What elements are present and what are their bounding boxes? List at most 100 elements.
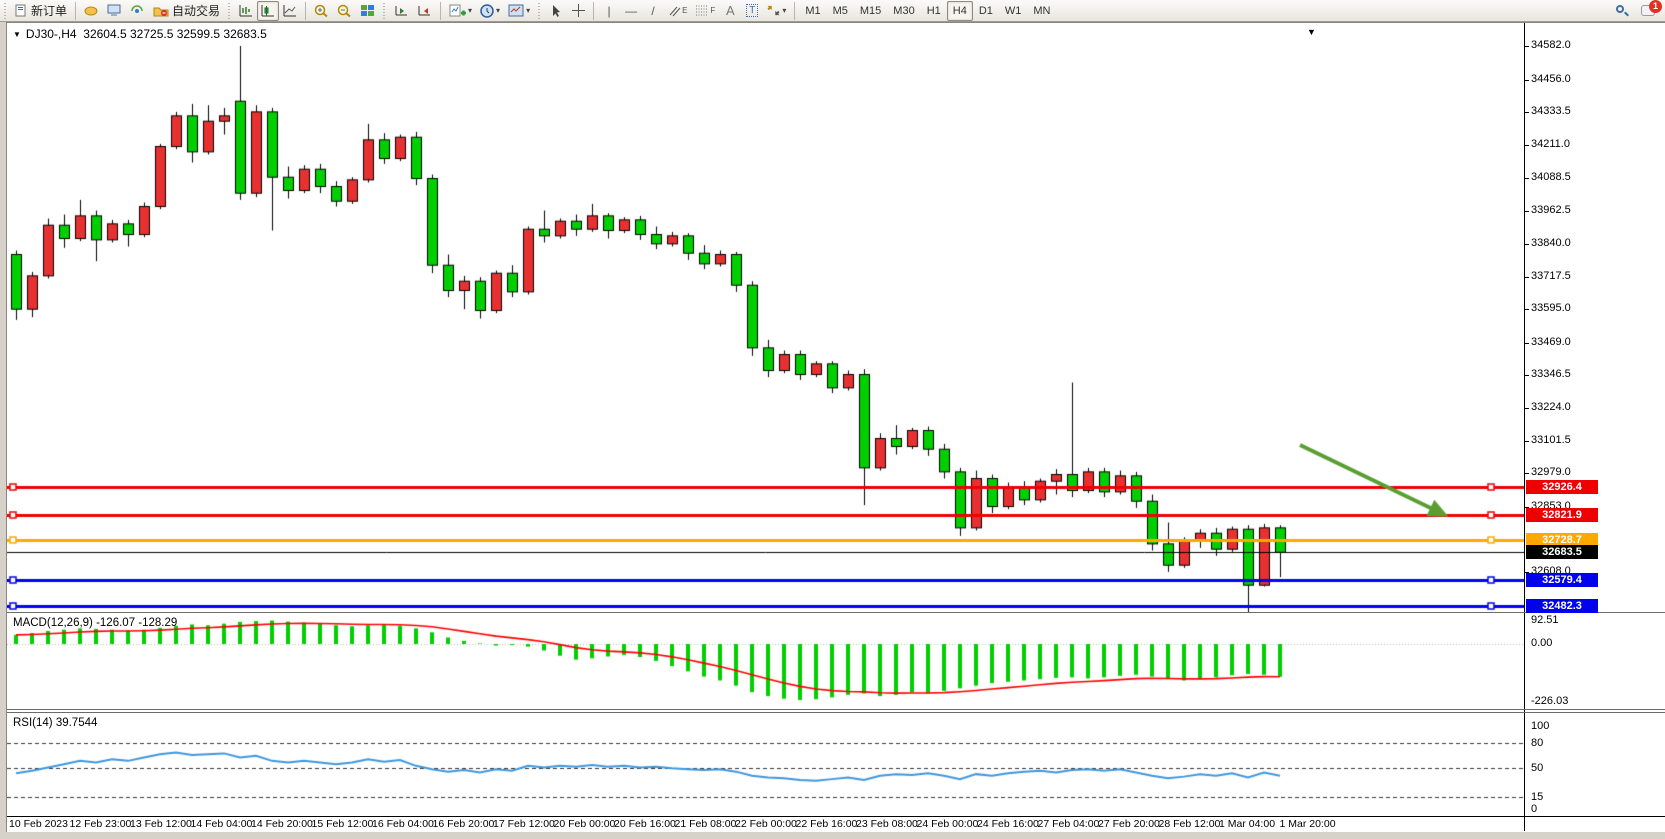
rsi-pane-separator[interactable] <box>7 712 1665 713</box>
price-tick-label: 33469.0 <box>1531 336 1571 348</box>
timeframe-h1[interactable]: H1 <box>921 1 947 21</box>
rsi-tick-label: 80 <box>1531 737 1543 749</box>
price-tick-label: 33962.5 <box>1531 204 1571 216</box>
rsi-pane-separator-top[interactable] <box>7 709 1665 710</box>
timeframe-d1[interactable]: D1 <box>973 1 999 21</box>
auto-trading-button[interactable]: 自动交易 <box>149 1 224 21</box>
macd-pane-canvas[interactable] <box>7 613 1524 709</box>
signals-button[interactable] <box>126 1 149 21</box>
fibonacci-tool[interactable]: F <box>691 1 719 21</box>
timeframe-h4[interactable]: H4 <box>947 1 973 21</box>
vertical-line-tool[interactable]: | <box>598 1 620 21</box>
channel-icon <box>668 4 682 17</box>
rsi-pane-canvas[interactable] <box>7 712 1524 816</box>
time-tick-label: 12 Feb 23:00 <box>70 818 132 830</box>
chart-window: ▼ DJ30-,H4 32604.5 32725.5 32599.5 32683.… <box>6 22 1665 832</box>
price-tick-label: 34088.5 <box>1531 171 1571 183</box>
timeframe-w1[interactable]: W1 <box>999 1 1028 21</box>
time-tick-label: 16 Feb 04:00 <box>372 818 434 830</box>
tile-windows-icon <box>360 4 375 17</box>
chart-title: ▼ DJ30-,H4 32604.5 32725.5 32599.5 32683.… <box>13 27 267 41</box>
time-tick-label: 16 Feb 20:00 <box>433 818 495 830</box>
time-tick-label: 22 Feb 16:00 <box>796 818 858 830</box>
cursor-tool-button[interactable] <box>545 1 567 21</box>
price-tick-label: 33717.5 <box>1531 270 1571 282</box>
timeframe-m5[interactable]: M5 <box>827 1 854 21</box>
notification-badge: 1 <box>1649 0 1662 13</box>
chart-corner-dropdown-icon[interactable]: ▼ <box>1307 27 1316 37</box>
price-tick-mark <box>1524 309 1529 310</box>
new-order-icon <box>15 4 28 17</box>
price-tick-label: 34456.0 <box>1531 73 1571 85</box>
timeframe-m1[interactable]: M1 <box>799 1 826 21</box>
toolbar-grip <box>3 3 8 19</box>
line-chart-button[interactable] <box>279 1 301 21</box>
horizontal-line-tool[interactable]: — <box>620 1 642 21</box>
price-tick-label: 34333.5 <box>1531 105 1571 117</box>
timeframe-mn[interactable]: MN <box>1027 1 1056 21</box>
price-tick-label: 32979.0 <box>1531 466 1571 478</box>
time-tick-label: 28 Feb 12:00 <box>1159 818 1221 830</box>
price-tick-mark <box>1524 178 1529 179</box>
price-tick-mark <box>1524 408 1529 409</box>
signals-icon <box>130 4 145 17</box>
price-tick-mark <box>1524 112 1529 113</box>
indicators-button[interactable]: ▾ <box>445 1 476 21</box>
timeframe-m30[interactable]: M30 <box>887 1 920 21</box>
macd-tick-label: -226.03 <box>1531 695 1568 707</box>
symbol-dropdown-icon[interactable]: ▼ <box>13 30 21 39</box>
arrows-dropdown-arrow[interactable]: ▾ <box>782 6 786 15</box>
market-watch-button[interactable] <box>80 1 103 21</box>
chart-title-ohlc: 32604.5 32725.5 32599.5 32683.5 <box>83 27 267 41</box>
equidistant-channel-tool[interactable]: E <box>664 1 691 21</box>
price-tick-mark <box>1524 375 1529 376</box>
auto-trading-label: 自动交易 <box>172 2 220 19</box>
arrows-tool[interactable]: ▾ <box>763 1 790 21</box>
tile-windows-button[interactable] <box>356 1 379 21</box>
template-button[interactable]: ▾ <box>504 1 534 21</box>
new-order-button[interactable]: 新订单 <box>11 1 71 21</box>
crosshair-icon <box>572 4 585 17</box>
period-button[interactable]: ▾ <box>476 1 504 21</box>
rsi-tick-label: 15 <box>1531 791 1543 803</box>
chart-title-symbol: DJ30-,H4 <box>26 27 77 41</box>
time-tick-label: 14 Feb 04:00 <box>191 818 253 830</box>
price-tick-mark <box>1524 473 1529 474</box>
trendline-tool[interactable]: / <box>642 1 664 21</box>
macd-pane-separator[interactable] <box>7 612 1665 613</box>
time-tick-label: 10 Feb 2023 <box>9 818 68 830</box>
price-tick-label: 34211.0 <box>1531 138 1570 150</box>
zoom-out-button[interactable] <box>333 1 356 21</box>
timeframe-m15[interactable]: M15 <box>854 1 887 21</box>
line-chart-icon <box>283 4 297 17</box>
time-tick-label: 23 Feb 08:00 <box>856 818 918 830</box>
auto-scroll-button[interactable] <box>390 1 413 21</box>
auto-trading-icon <box>153 4 169 17</box>
macd-tick-label: 92.51 <box>1531 614 1559 626</box>
search-icon[interactable] <box>1616 5 1627 16</box>
time-tick-label: 17 Feb 12:00 <box>493 818 555 830</box>
price-tick-label: 33595.0 <box>1531 302 1571 314</box>
new-order-label: 新订单 <box>31 2 67 19</box>
rsi-tick-label: 100 <box>1531 720 1549 732</box>
price-tick-label: 34582.0 <box>1531 39 1571 51</box>
bar-chart-button[interactable] <box>235 1 257 21</box>
text-tool[interactable]: A <box>719 1 741 21</box>
price-tick-mark <box>1524 441 1529 442</box>
price-tag: 32683.5 <box>1526 545 1598 559</box>
price-tick-label: 33101.5 <box>1531 434 1571 446</box>
text-label-tool[interactable]: T <box>741 1 763 21</box>
cursor-icon <box>551 4 562 17</box>
candlestick-chart-button[interactable] <box>257 1 279 21</box>
time-tick-label: 1 Mar 20:00 <box>1280 818 1336 830</box>
indicators-dropdown-arrow[interactable]: ▾ <box>468 6 472 15</box>
price-chart-canvas[interactable] <box>7 23 1524 613</box>
time-tick-label: 1 Mar 04:00 <box>1219 818 1275 830</box>
period-dropdown-arrow[interactable]: ▾ <box>496 6 500 15</box>
zoom-in-button[interactable] <box>310 1 333 21</box>
chart-shift-button[interactable] <box>413 1 436 21</box>
template-dropdown-arrow[interactable]: ▾ <box>526 6 530 15</box>
notifications-icon[interactable]: 1 <box>1641 5 1655 16</box>
terminal-button[interactable] <box>103 1 126 21</box>
crosshair-tool-button[interactable] <box>567 1 589 21</box>
